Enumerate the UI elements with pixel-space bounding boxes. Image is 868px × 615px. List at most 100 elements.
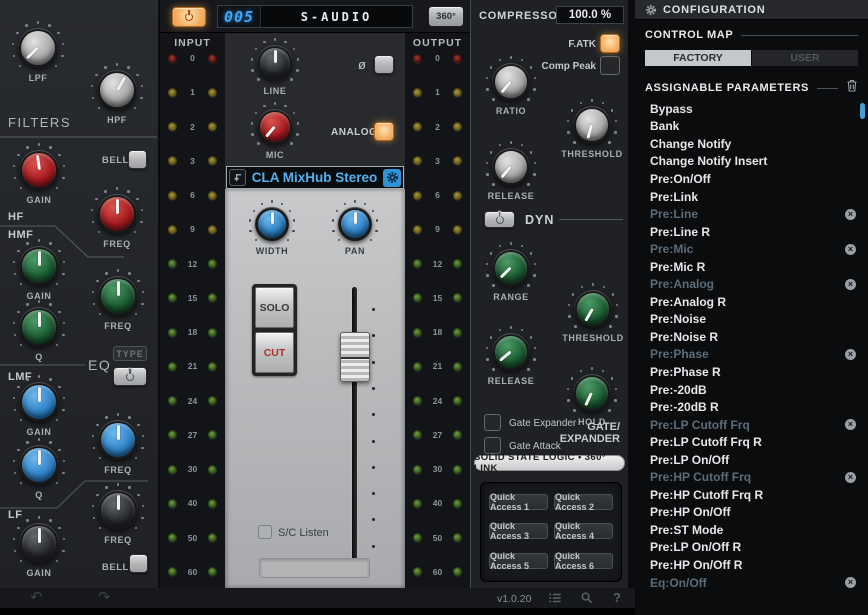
solo-button[interactable]: SOLO xyxy=(255,287,294,328)
remove-parameter-icon[interactable]: × xyxy=(845,279,856,290)
parameter-row[interactable]: Pre:Line× xyxy=(635,205,868,223)
knob-tick xyxy=(12,43,15,46)
quick-access-button[interactable]: Quick Access 2 xyxy=(554,494,613,510)
parameter-row[interactable]: Pre:Mic× xyxy=(635,240,868,258)
remove-parameter-icon[interactable]: × xyxy=(845,244,856,255)
parameter-row[interactable]: Pre:-20dB xyxy=(635,381,868,399)
scrollbar-thumb[interactable] xyxy=(860,103,865,119)
parameter-row[interactable]: Change Notify Insert xyxy=(635,153,868,171)
dyn-power-button[interactable] xyxy=(484,211,515,228)
meter-scale-number: 18 xyxy=(188,327,197,337)
parameter-row[interactable]: Pre:Line R xyxy=(635,223,868,241)
knob-tick xyxy=(134,107,137,110)
undo-icon[interactable]: ↶ xyxy=(30,588,43,606)
link-360-button[interactable]: 360° xyxy=(428,6,464,27)
help-icon[interactable]: ? xyxy=(613,590,621,605)
parameter-row[interactable]: Pre:LP On/Off xyxy=(635,451,868,469)
dyn-threshold-knob[interactable] xyxy=(574,290,612,328)
tab-factory[interactable]: FACTORY xyxy=(645,50,751,66)
plugin-settings-button[interactable] xyxy=(383,169,401,187)
quick-access-button[interactable]: Quick Access 6 xyxy=(554,553,613,569)
hmf-gain-knob[interactable] xyxy=(19,246,59,286)
pan-knob[interactable] xyxy=(338,207,372,241)
parameter-row[interactable]: Pre:Phase R xyxy=(635,363,868,381)
channel-power-button[interactable] xyxy=(172,7,206,27)
cut-button[interactable]: CUT xyxy=(255,332,294,373)
lmf-gain-knob[interactable] xyxy=(19,382,59,422)
lf-bell-button[interactable] xyxy=(129,554,148,573)
knob-tick xyxy=(296,69,299,72)
channel-name-field[interactable] xyxy=(259,558,370,578)
gate-expander-checkbox[interactable] xyxy=(484,414,501,431)
quick-access-button[interactable]: Quick Access 4 xyxy=(554,523,613,539)
phase-button[interactable] xyxy=(374,55,394,74)
parameter-row[interactable]: Pre:HP On/Off xyxy=(635,504,868,522)
comp-peak-checkbox[interactable] xyxy=(600,56,620,75)
parameter-row[interactable]: Pre:LP Cutoff Frq R xyxy=(635,433,868,451)
lmf-freq-knob[interactable] xyxy=(98,420,138,460)
fader-handle[interactable] xyxy=(340,332,370,382)
parameter-row[interactable]: Change Notify xyxy=(635,135,868,153)
remove-parameter-icon[interactable]: × xyxy=(845,472,856,483)
sc-listen-checkbox[interactable] xyxy=(258,525,272,539)
parameter-row[interactable]: Pre:Noise xyxy=(635,311,868,329)
comp-release-knob[interactable] xyxy=(492,148,530,186)
mic-gain-knob[interactable] xyxy=(257,109,293,145)
lf-freq-knob[interactable] xyxy=(98,490,138,530)
hmf-freq-knob[interactable] xyxy=(98,276,138,316)
hpf-knob[interactable] xyxy=(97,70,137,110)
meter-led xyxy=(453,191,462,200)
line-gain-knob[interactable] xyxy=(257,45,293,81)
hold-knob[interactable] xyxy=(573,374,611,412)
remove-parameter-icon[interactable]: × xyxy=(845,209,856,220)
quick-access-button[interactable]: Quick Access 5 xyxy=(489,553,548,569)
parameter-row[interactable]: Pre:Analog× xyxy=(635,275,868,293)
parameter-row[interactable]: Pre:ST Mode xyxy=(635,521,868,539)
lpf-knob[interactable] xyxy=(18,28,58,68)
knob-tick xyxy=(534,347,537,350)
comp-threshold-knob[interactable] xyxy=(573,106,611,144)
tab-user[interactable]: USER xyxy=(752,50,858,66)
eq-power-button[interactable] xyxy=(113,367,147,386)
parameter-row[interactable]: Pre:Link xyxy=(635,188,868,206)
parameter-row[interactable]: Pre:Analog R xyxy=(635,293,868,311)
parameter-row[interactable]: Pre:Mic R xyxy=(635,258,868,276)
parameter-row[interactable]: Pre:LP Cutoff Frq× xyxy=(635,416,868,434)
remove-parameter-icon[interactable]: × xyxy=(845,419,856,430)
parameter-row[interactable]: Pre:-20dB R xyxy=(635,398,868,416)
ratio-knob[interactable] xyxy=(492,63,530,101)
range-knob[interactable] xyxy=(492,249,530,287)
search-icon[interactable] xyxy=(580,591,593,609)
width-knob[interactable] xyxy=(255,207,289,241)
remove-parameter-icon[interactable]: × xyxy=(845,577,856,588)
trash-icon[interactable] xyxy=(846,79,858,97)
parameter-row[interactable]: Pre:HP On/Off R xyxy=(635,556,868,574)
redo-icon[interactable]: ↷ xyxy=(98,588,111,606)
remove-parameter-icon[interactable]: × xyxy=(845,349,856,360)
lmf-q-knob[interactable] xyxy=(19,445,59,485)
parameter-row[interactable]: Bank xyxy=(635,118,868,136)
parameter-row[interactable]: Bypass xyxy=(635,100,868,118)
hf-gain-knob[interactable] xyxy=(19,150,59,190)
parameter-row[interactable]: Pre:LP On/Off R xyxy=(635,539,868,557)
parameter-row[interactable]: Pre:Phase× xyxy=(635,346,868,364)
hmf-q-knob[interactable] xyxy=(19,307,59,347)
parameter-row[interactable]: Pre:HP Cutoff Frq R xyxy=(635,486,868,504)
eq-type-button[interactable]: TYPE xyxy=(113,346,147,361)
analog-button[interactable] xyxy=(374,122,394,141)
parameter-row[interactable]: Pre:HP Cutoff Frq× xyxy=(635,468,868,486)
knob-tick xyxy=(274,38,277,41)
insert-back-button[interactable] xyxy=(229,169,246,186)
lf-gain-knob[interactable] xyxy=(19,523,59,563)
hf-bell-button[interactable] xyxy=(128,150,147,169)
parameter-row[interactable]: Eq:On/Off× xyxy=(635,574,868,592)
parameter-row[interactable]: Pre:Noise R xyxy=(635,328,868,346)
fast-attack-button[interactable] xyxy=(600,34,620,53)
compressor-amount-display[interactable]: 100.0 % xyxy=(556,6,624,24)
quick-access-button[interactable]: Quick Access 1 xyxy=(489,494,548,510)
dyn-release-knob[interactable] xyxy=(492,333,530,371)
fader-track[interactable] xyxy=(352,287,357,568)
quick-access-button[interactable]: Quick Access 3 xyxy=(489,523,548,539)
hf-freq-knob[interactable] xyxy=(97,194,137,234)
parameter-row[interactable]: Pre:On/Off xyxy=(635,170,868,188)
